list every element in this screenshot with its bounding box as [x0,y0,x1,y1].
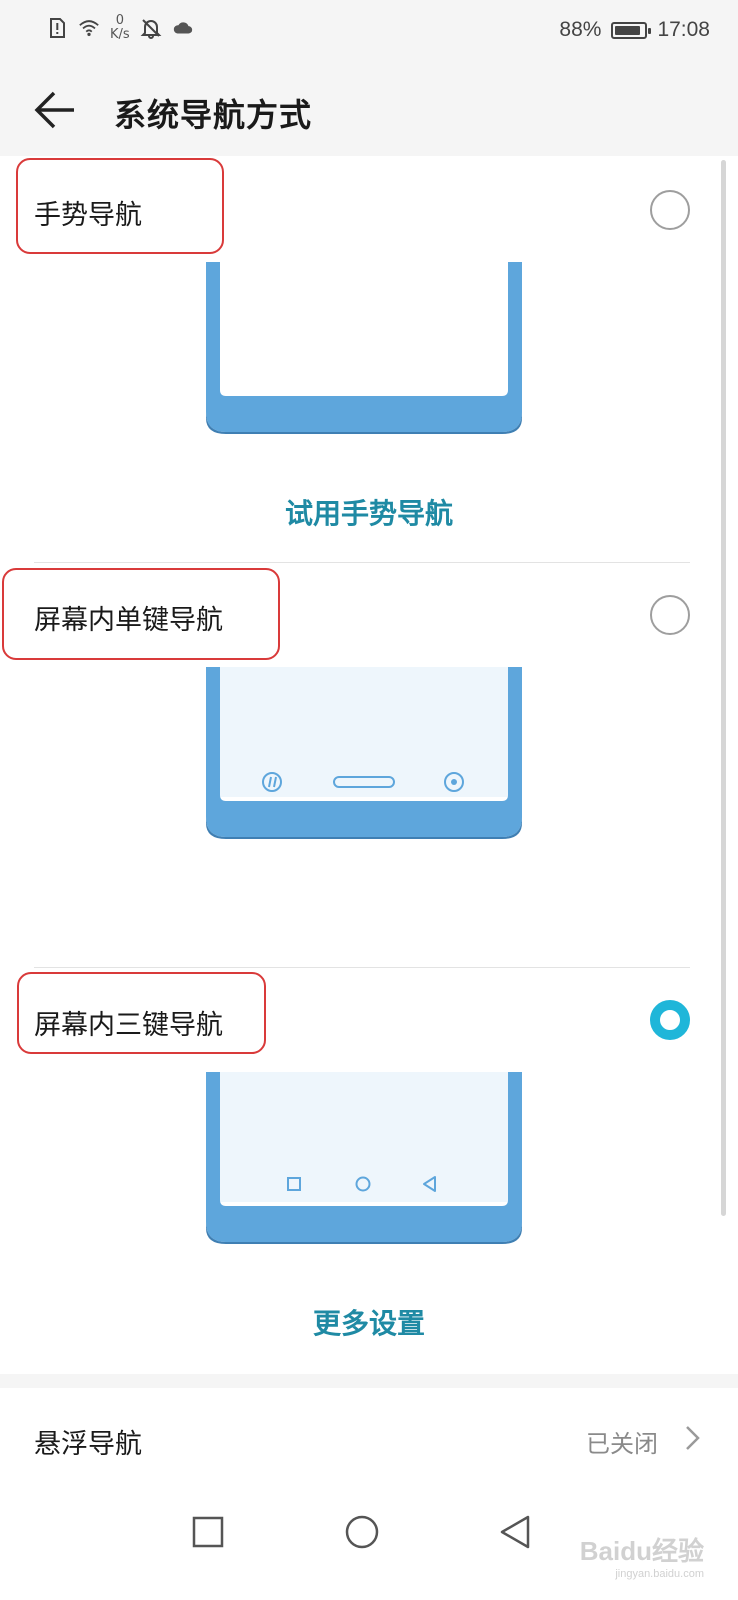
divider [34,967,690,968]
scrollbar[interactable] [721,160,726,1216]
radio-single-key[interactable] [650,595,690,635]
radio-gesture[interactable] [650,190,690,230]
more-settings-link[interactable]: 更多设置 [0,1302,738,1342]
try-gesture-link[interactable]: 试用手势导航 [0,492,738,532]
preview-three-key [206,1072,522,1244]
watermark-text: Baidu经验 [579,1536,704,1566]
wifi-icon [79,20,99,37]
watermark-sub: jingyan.baidu.com [615,1568,704,1580]
cloud-icon [173,22,192,34]
battery-fill [615,25,641,35]
sim-alert-icon [50,18,65,38]
title-bar: 系统导航方式 [0,64,738,156]
floating-nav-row[interactable]: 悬浮导航 已关闭 [0,1388,738,1488]
net-speed: 0 K/s [110,14,130,42]
bell-off-icon [140,19,162,39]
battery-percent: 88% [559,18,602,41]
option-label-three-key[interactable]: 屏幕内三键导航 [34,1003,223,1042]
page-title: 系统导航方式 [114,96,313,134]
status-bar: 0 K/s 88% 17:08 [0,0,738,64]
battery-icon [611,21,652,39]
divider [34,562,690,563]
clock: 17:08 [657,18,710,41]
preview-single-key [206,667,522,839]
option-label-single-key[interactable]: 屏幕内单键导航 [34,598,223,637]
baidu-watermark: Baidu经验 jingyan.baidu.com [580,1531,704,1580]
floating-nav-label: 悬浮导航 [34,1429,142,1460]
recent-apps-icon[interactable] [186,1510,230,1554]
net-speed-unit: K/s [110,27,130,42]
status-right: 88% 17:08 [559,18,710,42]
back-nav-icon[interactable] [494,1510,538,1554]
net-speed-value: 0 [115,13,124,28]
status-left-icons: 0 K/s [46,14,194,42]
system-nav-bar: Baidu经验 jingyan.baidu.com [0,1488,738,1600]
option-label-gesture[interactable]: 手势导航 [34,193,142,232]
floating-nav-status: 已关闭 [586,1430,658,1458]
home-icon[interactable] [340,1510,384,1554]
chevron-right-icon [686,1426,700,1450]
radio-three-key[interactable] [650,1000,690,1040]
preview-gesture [206,262,522,434]
back-arrow-icon[interactable] [32,88,80,132]
